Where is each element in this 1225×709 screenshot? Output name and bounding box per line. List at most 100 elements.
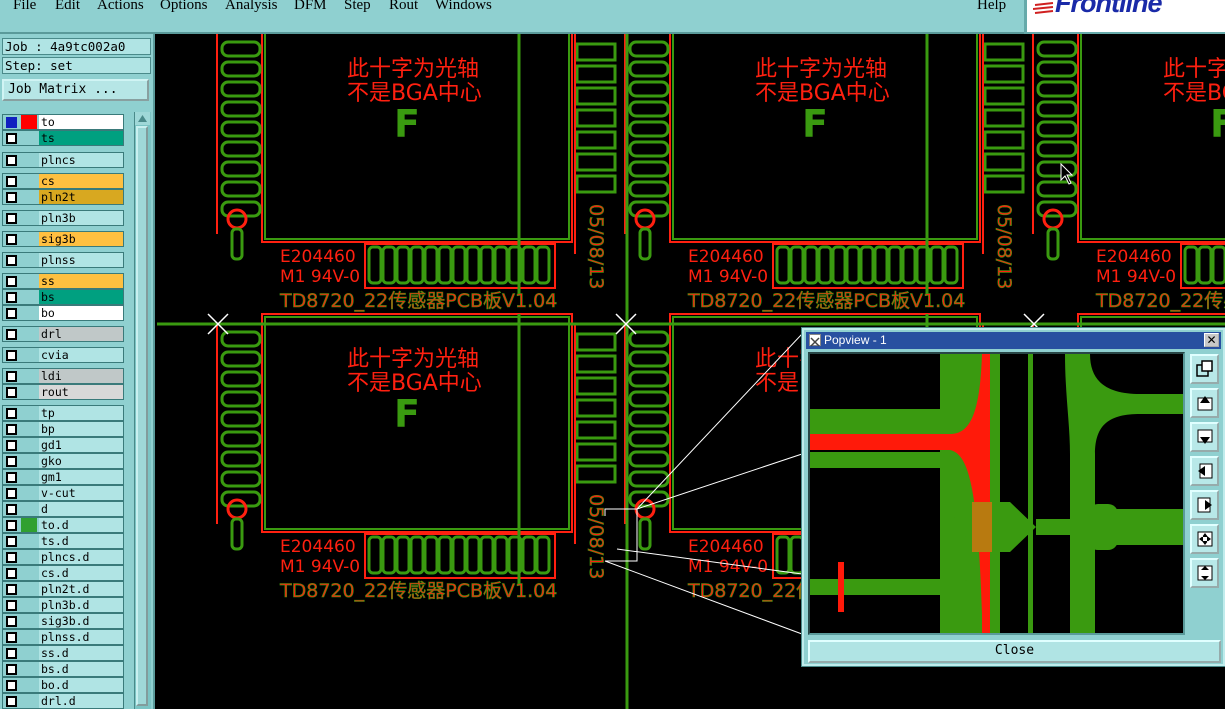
layer-row-ts-d[interactable]: ts.d — [2, 533, 124, 549]
layer-color-swatch[interactable] — [21, 518, 37, 532]
layer-color-swatch[interactable] — [21, 211, 37, 225]
layer-row-ldi[interactable]: ldi — [2, 368, 124, 384]
layer-checkbox[interactable] — [6, 680, 17, 691]
layer-color-swatch[interactable] — [21, 694, 37, 708]
layer-row-to[interactable]: to — [2, 114, 124, 130]
layer-color-swatch[interactable] — [21, 678, 37, 692]
layer-color-swatch[interactable] — [21, 253, 37, 267]
layer-checkbox[interactable] — [6, 440, 17, 451]
layer-checkbox[interactable] — [6, 584, 17, 595]
layer-row-ss[interactable]: ss — [2, 273, 124, 289]
layer-color-swatch[interactable] — [21, 274, 37, 288]
layer-row-pln2t-d[interactable]: pln2t.d — [2, 581, 124, 597]
layer-color-swatch[interactable] — [21, 598, 37, 612]
layer-color-swatch[interactable] — [21, 630, 37, 644]
layer-row-cs-d[interactable]: cs.d — [2, 565, 124, 581]
layer-row-drl[interactable]: drl — [2, 326, 124, 342]
layer-checkbox[interactable] — [6, 600, 17, 611]
layer-color-swatch[interactable] — [21, 385, 37, 399]
layer-checkbox[interactable] — [6, 255, 17, 266]
zoom-copy-icon[interactable] — [1190, 354, 1219, 384]
scroll-up-arrow[interactable] — [135, 112, 150, 125]
layer-row-d[interactable]: d — [2, 501, 124, 517]
layer-row-drl-d[interactable]: drl.d — [2, 693, 124, 709]
layer-row-plncs-d[interactable]: plncs.d — [2, 549, 124, 565]
popview-close-button[interactable]: Close — [808, 640, 1221, 663]
zoom-fit-icon[interactable] — [1190, 524, 1219, 554]
layer-checkbox[interactable] — [6, 696, 17, 707]
layer-checkbox[interactable] — [6, 488, 17, 499]
menu-rout[interactable]: Rout — [389, 0, 418, 14]
layer-color-swatch[interactable] — [21, 550, 37, 564]
layer-color-swatch[interactable] — [21, 232, 37, 246]
layer-checkbox[interactable] — [6, 234, 17, 245]
zoom-extents-icon[interactable] — [1190, 558, 1219, 588]
layer-row-pln3b[interactable]: pln3b — [2, 210, 124, 226]
layer-row-ts[interactable]: ts — [2, 130, 124, 146]
pan-down-icon[interactable] — [1190, 422, 1219, 452]
layer-checkbox[interactable] — [6, 504, 17, 515]
layer-row-bp[interactable]: bp — [2, 421, 124, 437]
layer-color-swatch[interactable] — [21, 566, 37, 580]
layer-checkbox[interactable] — [6, 308, 17, 319]
layer-checkbox[interactable] — [6, 616, 17, 627]
menu-file[interactable]: File — [13, 0, 36, 14]
layer-row-to-d[interactable]: to.d — [2, 517, 124, 533]
layer-color-swatch[interactable] — [21, 470, 37, 484]
popview-titlebar[interactable]: Popview - 1 ✕ — [806, 332, 1221, 349]
layer-checkbox[interactable] — [6, 632, 17, 643]
layer-color-swatch[interactable] — [21, 290, 37, 304]
layer-checkbox[interactable] — [6, 276, 17, 287]
layer-checkbox[interactable] — [6, 329, 17, 340]
layer-color-swatch[interactable] — [21, 369, 37, 383]
popview-zoom-view[interactable] — [808, 352, 1185, 635]
layer-row-bo[interactable]: bo — [2, 305, 124, 321]
layer-color-swatch[interactable] — [21, 131, 37, 145]
layer-row-v-cut[interactable]: v-cut — [2, 485, 124, 501]
menu-windows[interactable]: Windows — [435, 0, 492, 14]
layer-checkbox[interactable] — [6, 387, 17, 398]
layer-color-swatch[interactable] — [21, 646, 37, 660]
layer-checkbox[interactable] — [6, 176, 17, 187]
layer-checkbox[interactable] — [6, 552, 17, 563]
layer-row-cs[interactable]: cs — [2, 173, 124, 189]
menu-analysis[interactable]: Analysis — [225, 0, 278, 14]
layer-row-gko[interactable]: gko — [2, 453, 124, 469]
layer-row-plncs[interactable]: plncs — [2, 152, 124, 168]
layer-row-tp[interactable]: tp — [2, 405, 124, 421]
layer-color-swatch[interactable] — [21, 422, 37, 436]
layer-row-sig3b[interactable]: sig3b — [2, 231, 124, 247]
layer-color-swatch[interactable] — [21, 153, 37, 167]
window-menu-icon[interactable] — [809, 334, 821, 347]
menu-edit[interactable]: Edit — [55, 0, 80, 14]
layer-row-plnss-d[interactable]: plnss.d — [2, 629, 124, 645]
layer-row-gd1[interactable]: gd1 — [2, 437, 124, 453]
menu-actions[interactable]: Actions — [97, 0, 144, 14]
layer-checkbox[interactable] — [6, 350, 17, 361]
layer-checkbox[interactable] — [6, 424, 17, 435]
layer-color-swatch[interactable] — [21, 502, 37, 516]
layer-row-plnss[interactable]: plnss — [2, 252, 124, 268]
layer-checkbox[interactable] — [6, 408, 17, 419]
layer-color-swatch[interactable] — [21, 534, 37, 548]
layer-row-gm1[interactable]: gm1 — [2, 469, 124, 485]
pan-up-icon[interactable] — [1190, 388, 1219, 418]
layer-row-pln2t[interactable]: pln2t — [2, 189, 124, 205]
layer-checkbox[interactable] — [6, 292, 17, 303]
layer-checkbox[interactable] — [6, 117, 17, 128]
layer-color-swatch[interactable] — [21, 115, 37, 129]
layer-row-bo-d[interactable]: bo.d — [2, 677, 124, 693]
layer-row-cvia[interactable]: cvia — [2, 347, 124, 363]
layer-color-swatch[interactable] — [21, 614, 37, 628]
pan-left-icon[interactable] — [1190, 456, 1219, 486]
layer-checkbox[interactable] — [6, 520, 17, 531]
layer-color-swatch[interactable] — [21, 662, 37, 676]
layer-color-swatch[interactable] — [21, 582, 37, 596]
layer-checkbox[interactable] — [6, 133, 17, 144]
layer-color-swatch[interactable] — [21, 190, 37, 204]
layer-checkbox[interactable] — [6, 456, 17, 467]
pan-right-icon[interactable] — [1190, 490, 1219, 520]
layer-checkbox[interactable] — [6, 371, 17, 382]
layer-checkbox[interactable] — [6, 536, 17, 547]
menu-help[interactable]: Help — [977, 0, 1006, 14]
